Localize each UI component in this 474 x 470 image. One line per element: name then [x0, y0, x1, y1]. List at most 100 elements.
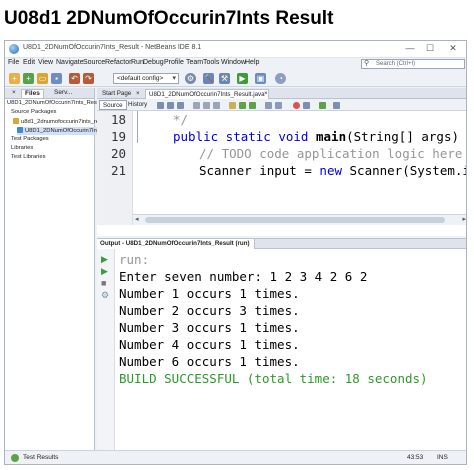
output-settings-icon[interactable]: ⚙: [101, 291, 109, 300]
menu-team[interactable]: Team: [186, 59, 203, 66]
code-text: Scanner(System.in: [342, 163, 467, 178]
tree-item-test-packages[interactable]: Test Packages: [11, 136, 49, 144]
window-title: U8D1_2DNumOfOccurin7Ints_Result - NetBea…: [23, 44, 202, 51]
menu-refactor[interactable]: Refactor: [105, 59, 131, 66]
insert-mode: INS: [437, 454, 448, 461]
undo-icon[interactable]: ↶: [69, 73, 80, 84]
menu-navigate[interactable]: Navigate: [56, 59, 84, 66]
horizontal-scrollbar[interactable]: ◂ ▸: [133, 214, 466, 225]
shift-left-icon[interactable]: [239, 102, 246, 109]
output-line: Number 2 occurs 3 times.: [119, 303, 300, 318]
forward-icon[interactable]: [177, 102, 184, 109]
menu-source[interactable]: Source: [83, 59, 105, 66]
menu-tools[interactable]: Tools: [203, 59, 219, 66]
record-macro-icon[interactable]: [293, 102, 300, 109]
menu-edit[interactable]: Edit: [23, 59, 35, 66]
output-side-toolbar: ▶ ▶ ■ ⚙: [97, 249, 115, 451]
tab-close-icon[interactable]: ×: [9, 89, 19, 98]
tree-item-label: Test Packages: [11, 136, 49, 142]
check-icon[interactable]: [319, 102, 326, 109]
scrollbar-thumb[interactable]: [145, 217, 445, 223]
test-results-icon[interactable]: [11, 454, 19, 462]
tree-item-test-libraries[interactable]: Test Libraries: [11, 154, 45, 162]
title-bar: U8D1_2DNumOfOccurin7Ints_Result - NetBea…: [5, 41, 466, 58]
source-button[interactable]: Source: [99, 100, 127, 110]
scroll-left-icon[interactable]: ◂: [135, 215, 139, 223]
profile-icon[interactable]: ◔: [275, 73, 286, 84]
stop-macro-icon[interactable]: [303, 102, 310, 109]
settings-gear-icon[interactable]: ⚙: [185, 73, 196, 84]
code-text: (String[] args) {: [346, 129, 467, 144]
rerun-icon[interactable]: ▶: [101, 255, 108, 264]
code-method-name: main: [316, 129, 347, 144]
code-line: */: [173, 112, 189, 127]
new-file-icon[interactable]: +: [23, 73, 34, 84]
netbeans-window: U8D1_2DNumOfOccurin7Ints_Result - NetBea…: [4, 40, 467, 465]
tab-output[interactable]: Output - U8D1_2DNumOfOccurin7Ints_Result…: [97, 239, 255, 249]
build-icon[interactable]: ⚒: [219, 73, 230, 84]
tree-item-source-packages[interactable]: Source Packages: [11, 109, 56, 117]
menu-help[interactable]: Help: [245, 59, 259, 66]
menu-profile[interactable]: Profile: [164, 59, 184, 66]
save-all-icon[interactable]: ▪: [51, 73, 62, 84]
line-number: 21: [110, 163, 126, 178]
debug-icon[interactable]: ▣: [255, 73, 266, 84]
menu-window[interactable]: Window: [221, 59, 246, 66]
build-status-line: BUILD SUCCESSFUL (total time: 18 seconds…: [119, 371, 428, 386]
scroll-right-icon[interactable]: ▸: [462, 215, 466, 223]
output-window: Output - U8D1_2DNumOfOccurin7Ints_Result…: [97, 238, 466, 451]
menu-view[interactable]: View: [38, 59, 53, 66]
comment-icon[interactable]: [265, 102, 272, 109]
new-project-icon[interactable]: +: [9, 73, 20, 84]
fold-gutter: [133, 111, 143, 225]
status-bar: Test Results 43:53 INS: [5, 450, 466, 464]
tree-item-label: U8D1_2DNumOfOccurin7Ints_Result: [7, 100, 104, 106]
menu-file[interactable]: File: [8, 59, 19, 66]
stop-icon[interactable]: ■: [101, 279, 106, 288]
clean-build-icon[interactable]: 🔨: [203, 73, 214, 84]
tab-java-file-close-icon[interactable]: ×: [261, 89, 271, 99]
back-icon[interactable]: [167, 102, 174, 109]
maximize-button[interactable]: ☐: [423, 43, 437, 54]
output-tabs: Output - U8D1_2DNumOfOccurin7Ints_Result…: [97, 239, 466, 249]
uncomment-icon[interactable]: [275, 102, 282, 109]
tree-item-project[interactable]: U8D1_2DNumOfOccurin7Ints_Result: [7, 100, 103, 108]
tab-services[interactable]: Serv...: [51, 89, 75, 98]
tab-java-file[interactable]: U8D1_2DNumOfOccurin7Ints_Result.java: [145, 89, 269, 99]
menu-run[interactable]: Run: [131, 59, 144, 66]
code-area[interactable]: 18 19 20 21 */ public static void main(S…: [97, 111, 467, 225]
redo-icon[interactable]: ↷: [83, 73, 94, 84]
cursor-position: 43:53: [407, 454, 424, 461]
search-input[interactable]: ⚲ Search (Ctrl+I): [361, 59, 465, 69]
line-number: 19: [110, 129, 126, 144]
find-previous-icon[interactable]: [203, 102, 210, 109]
run-icon[interactable]: ▶: [237, 73, 248, 84]
editor-tabs: Start Page × U8D1_2DNumOfOccurin7Ints_Re…: [97, 88, 466, 99]
tab-files[interactable]: Files: [21, 89, 44, 98]
minimize-button[interactable]: —: [403, 43, 417, 53]
editor-toolbar: Source History: [97, 99, 466, 111]
last-edit-icon[interactable]: [157, 102, 164, 109]
close-button[interactable]: ✕: [446, 43, 460, 54]
shift-right-icon[interactable]: [249, 102, 256, 109]
tree-item-package[interactable]: u8d1_2dnumofoccurin7ints_re: [13, 118, 99, 126]
java-file-icon: [17, 127, 23, 133]
tab-start-page[interactable]: Start Page: [99, 89, 134, 99]
code-line: Scanner input = new Scanner(System.in: [199, 163, 467, 178]
chart-icon[interactable]: [333, 102, 340, 109]
config-select[interactable]: <default config> ▾: [113, 73, 179, 84]
open-project-icon[interactable]: ▭: [37, 73, 48, 84]
toggle-highlight-icon[interactable]: [229, 102, 236, 109]
history-button[interactable]: History: [125, 100, 150, 110]
tab-start-page-close-icon[interactable]: ×: [133, 89, 143, 99]
test-results-label[interactable]: Test Results: [23, 454, 58, 461]
tree-item-label: Source Packages: [11, 109, 57, 115]
menu-bar: File Edit View Navigate Source Refactor …: [5, 58, 466, 70]
tree-item-libraries[interactable]: Libraries: [11, 145, 33, 153]
find-next-icon[interactable]: [213, 102, 220, 109]
tree-item-java-file[interactable]: U8D1_2DNumOfOccurin7Ints: [17, 127, 102, 135]
rerun-with-options-icon[interactable]: ▶: [101, 267, 108, 276]
output-line: Number 3 occurs 1 times.: [119, 320, 300, 335]
find-icon[interactable]: [193, 102, 200, 109]
menu-debug[interactable]: Debug: [143, 59, 164, 66]
